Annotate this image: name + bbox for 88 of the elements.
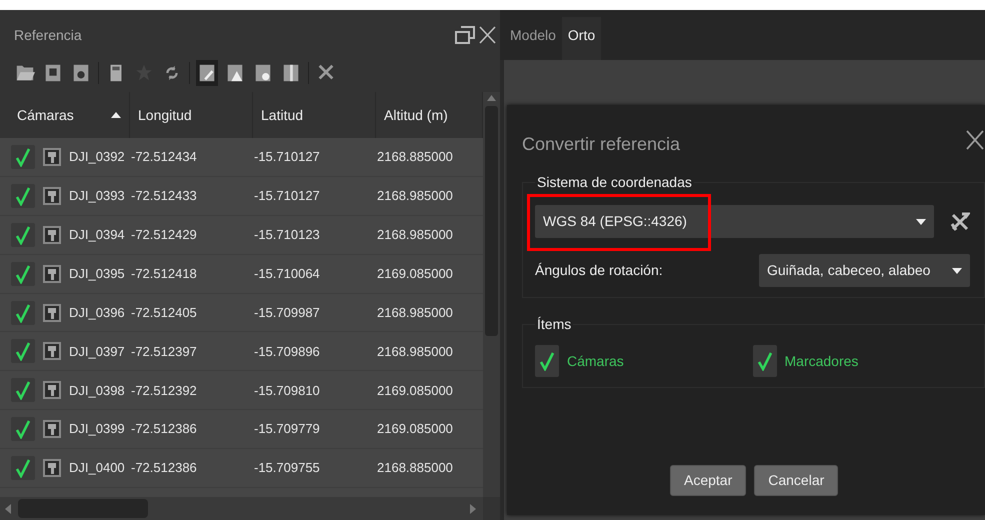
rotation-dropdown[interactable]: Guiñada, cabeceo, alabeo [759,254,970,287]
table-cell-text: DJI_0399 [68,420,126,438]
image-icon [43,148,61,166]
check-icon [15,146,31,167]
table-cell-text: -15.709987 [253,304,321,322]
table-cell-text: 2168.885000 [376,459,454,478]
table-cell-text: 2168.985000 [376,342,454,361]
checkbox[interactable] [535,345,559,377]
table-cell-text: -72.512386 [130,420,198,438]
table-cell-text: -15.710127 [253,187,321,206]
image-icon [43,186,61,205]
table-cell-text: 2168.985000 [376,187,454,206]
table-cell-text: -72.512405 [130,304,198,322]
table-cell-text: -72.512433 [130,187,198,206]
panel-title: Referencia [14,26,82,44]
table-cell-text: -72.512392 [130,382,198,400]
table-cell-text: -72.512429 [130,226,198,244]
close-icon[interactable] [479,26,496,44]
rotation-label: Ángulos de rotación: [535,261,663,280]
check-icon [15,419,31,440]
checkbox[interactable] [11,378,35,402]
vertical-scrollbar[interactable] [483,92,500,497]
table-cell-text: -15.709810 [253,382,321,400]
table-cell-text: DJI_0394 [68,226,126,244]
table-cell-text: -15.709779 [253,420,321,438]
table-edit-icon[interactable] [196,60,218,86]
checkbox[interactable] [11,222,35,247]
image-icon [43,342,61,360]
image-icon [43,226,61,244]
table-cell-text: DJI_0397 [68,342,126,361]
table-cell-text: DJI_0395 [68,264,126,283]
scroll-right-icon[interactable] [469,504,477,514]
table-cell-text: -15.710064 [253,264,321,283]
checkbox[interactable] [11,262,35,286]
dialog-title: Convertir referencia [522,133,680,156]
table-cell-text: -72.512397 [130,342,198,361]
check-icon [15,264,31,284]
check-icon [15,341,31,362]
check-icon [15,186,31,206]
checkbox[interactable] [11,300,35,324]
caret-icon [952,266,962,274]
table-cell-text: 2169.085000 [376,264,454,283]
table-cell-text: 2168.985000 [376,226,454,244]
horizontal-scrollbar[interactable] [0,497,483,520]
table-cell-text: -15.710127 [253,148,321,166]
table-cell-text: -72.512434 [130,148,198,166]
check-icon [15,302,31,322]
checkbox[interactable] [11,417,35,442]
checkbox[interactable] [11,339,35,364]
table-cell-text: 2169.085000 [376,420,454,438]
check-icon [539,351,555,371]
check-icon [15,224,31,245]
table-cell-text: DJI_0393 [68,187,126,206]
close-icon[interactable] [965,129,985,151]
table-cell-text: DJI_0400 [68,459,126,478]
caret-icon [916,218,926,226]
table-cell-text: -72.512386 [130,459,198,478]
table-cell-text: 2169.085000 [376,382,454,400]
table-cell-text: -72.512418 [130,264,198,283]
accept-button[interactable]: Aceptar [670,465,746,496]
check-icon [756,351,772,371]
checkbox[interactable] [11,144,35,169]
cancel-button[interactable]: Cancelar [754,465,838,496]
image-icon [43,304,61,322]
table-cell-text: 2168.985000 [376,304,454,322]
checkbox-label: Marcadores [784,352,858,370]
table-cell-text: DJI_0396 [68,304,126,322]
table-cell-text: -15.709755 [253,459,321,478]
image-icon [43,459,61,478]
checkbox-label: Cámaras [567,352,624,370]
checkbox[interactable] [11,184,35,208]
tab[interactable]: Modelo [504,17,562,60]
table-cell-text: -15.709896 [253,342,321,361]
checkbox[interactable] [752,345,776,377]
table-cell-text: 2168.885000 [376,148,454,166]
image-icon [43,264,61,283]
check-icon [15,458,31,478]
checkbox[interactable] [11,456,35,480]
table-cell-text: DJI_0398 [68,382,126,400]
table-cell-text: -15.710123 [253,226,321,244]
coordinate-system-dropdown[interactable]: WGS 84 (EPSG::4326) [535,205,934,238]
tab[interactable]: Orto [562,17,602,60]
check-icon [15,380,31,400]
image-icon [43,420,61,438]
restore-icon[interactable] [455,26,475,44]
image-icon [43,381,61,400]
table-cell-text: DJI_0392 [68,148,126,166]
scroll-left-icon[interactable] [4,504,12,514]
